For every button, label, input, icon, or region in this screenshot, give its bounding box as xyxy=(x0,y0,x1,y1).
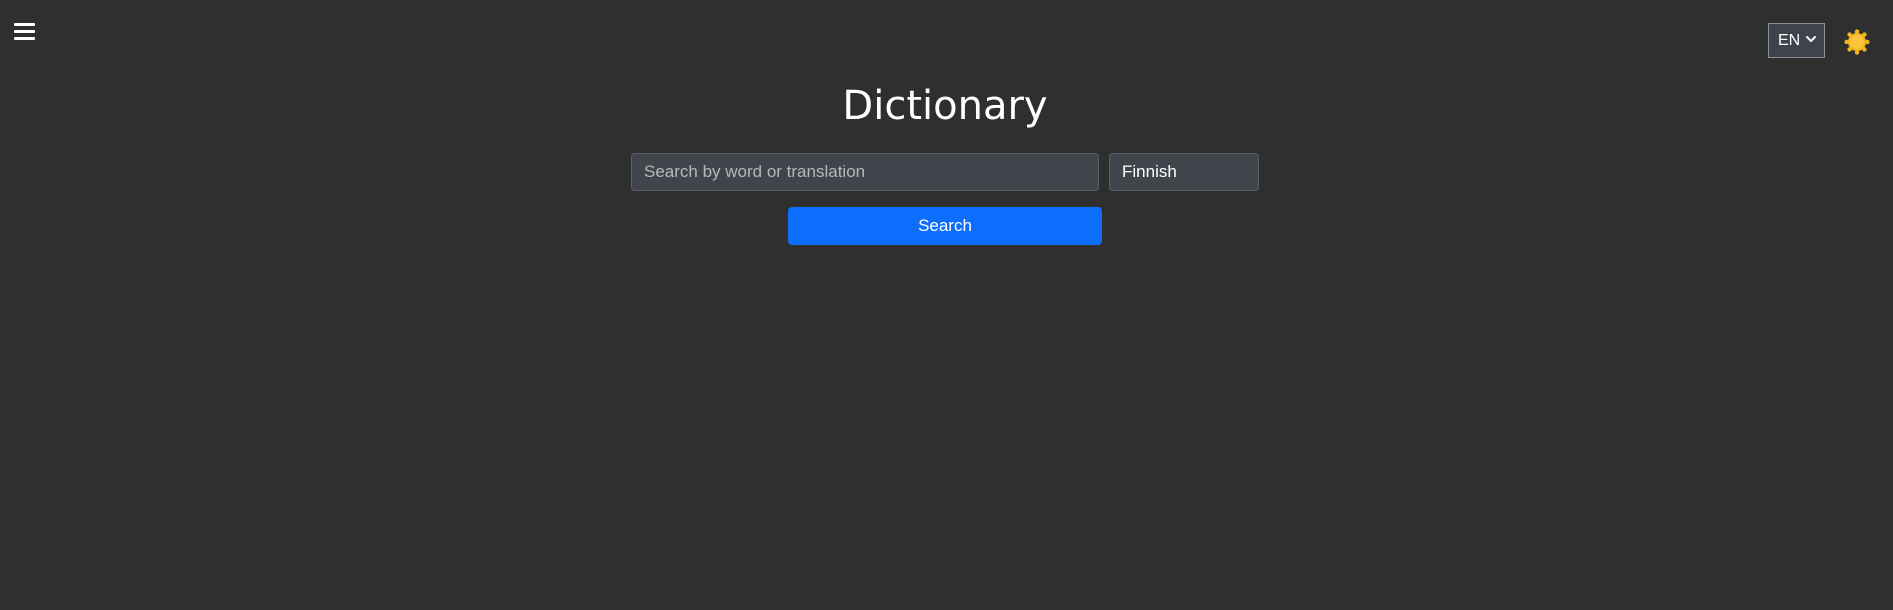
language-select-value: Finnish xyxy=(1122,162,1177,181)
language-selector[interactable]: EN xyxy=(1768,23,1825,58)
page-title: Dictionary xyxy=(842,83,1048,129)
language-selector-value: EN xyxy=(1778,31,1801,49)
sun-icon[interactable] xyxy=(1844,29,1870,55)
menu-bar-middle xyxy=(14,30,35,33)
chevron-down-icon xyxy=(1806,36,1816,42)
search-button-label: Search xyxy=(918,216,972,235)
menu-bar-top xyxy=(14,23,35,26)
search-button[interactable]: Search xyxy=(788,207,1102,245)
page: EN Dictionary Finnish Search xyxy=(0,0,1893,610)
search-input[interactable] xyxy=(631,153,1099,191)
menu-bar-bottom xyxy=(14,37,35,40)
hamburger-menu-icon[interactable] xyxy=(14,23,35,40)
language-select[interactable]: Finnish xyxy=(1109,153,1259,191)
